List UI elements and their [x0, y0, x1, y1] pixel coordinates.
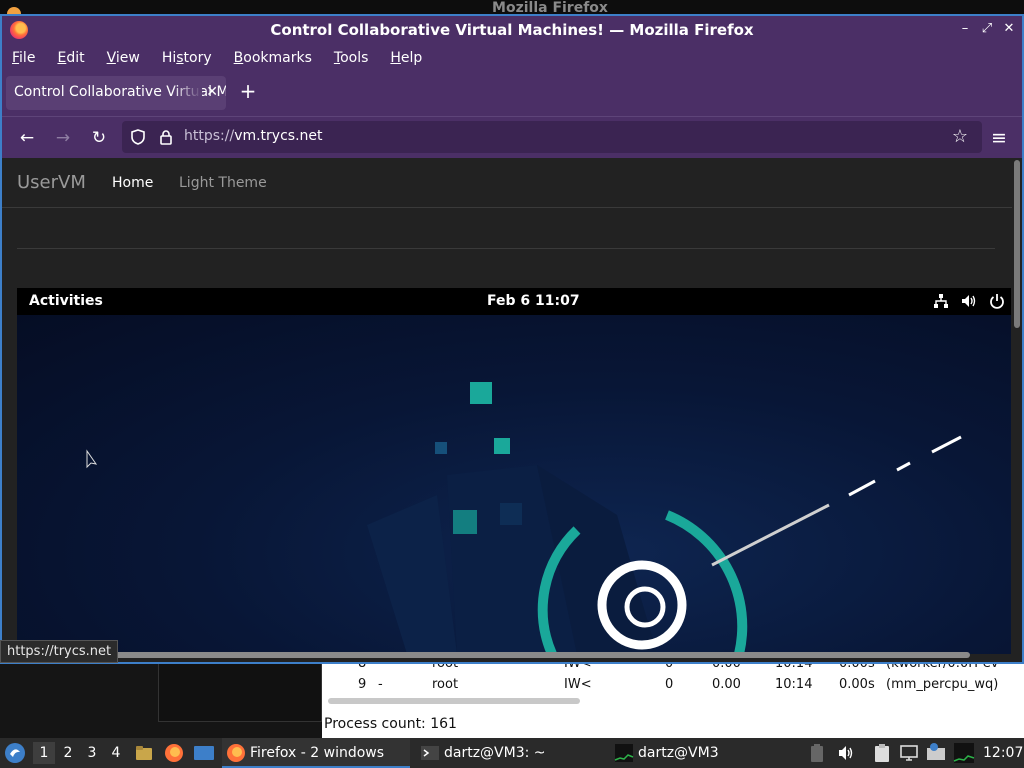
wallpaper-art — [86, 382, 962, 654]
firefox-window: Control Collaborative Virtual Machines! … — [0, 14, 1024, 664]
vm-clock[interactable]: Feb 6 11:07 — [487, 293, 580, 309]
firefox-launcher-icon[interactable] — [164, 743, 184, 763]
close-button[interactable]: ✕ — [1002, 20, 1016, 38]
desktop: Mozilla Firefox 8 - root IW< 0 0.00 10:1… — [0, 0, 1024, 768]
tab-fade — [172, 76, 202, 110]
tab-bar: Control Collaborative Virtual Machines! … — [2, 72, 1022, 114]
workspace-3[interactable]: 3 — [81, 742, 103, 764]
table-row[interactable]: 9 - root IW< 0 0.00 10:14 0.00s (mm_perc… — [322, 677, 1024, 695]
link-status-tooltip: https://trycs.net — [0, 640, 119, 663]
menu-item-file[interactable]: File — [12, 50, 35, 66]
minimize-button[interactable]: – — [958, 20, 972, 38]
desktop-show-icon[interactable] — [193, 743, 215, 763]
menu-item-edit[interactable]: Edit — [57, 50, 84, 66]
network-icon[interactable] — [899, 743, 919, 763]
task-manager-icon — [614, 744, 634, 762]
file-manager-icon[interactable] — [134, 743, 154, 763]
cpu-monitor-icon[interactable] — [953, 742, 975, 764]
window-title: Control Collaborative Virtual Machines! … — [270, 21, 754, 39]
workspace-4[interactable]: 4 — [105, 742, 127, 764]
url-text[interactable]: https://vm.trycs.net — [184, 128, 323, 144]
battery-icon[interactable] — [808, 743, 826, 763]
maximize-button[interactable]: ⤢ — [980, 20, 994, 38]
title-bar[interactable]: Control Collaborative Virtual Machines! … — [2, 16, 1022, 44]
vm-screen[interactable]: Activities Feb 6 11:07 — [17, 288, 1011, 654]
taskbar-firefox[interactable]: Firefox - 2 windows — [222, 738, 410, 768]
lock-icon[interactable] — [156, 127, 176, 147]
separator — [17, 248, 995, 249]
menu-icon[interactable]: ≡ — [988, 127, 1010, 149]
nav-link-home[interactable]: Home — [112, 175, 153, 191]
clipboard-icon[interactable] — [872, 743, 892, 763]
network-icon[interactable] — [932, 292, 950, 310]
reload-button[interactable]: ↻ — [88, 127, 110, 149]
url-bar[interactable]: https://vm.trycs.net ☆ — [122, 121, 982, 153]
bookmark-star-icon[interactable]: ☆ — [950, 127, 970, 147]
firefox-icon — [227, 744, 245, 762]
vertical-scrollbar[interactable] — [1014, 160, 1020, 328]
volume-icon[interactable] — [836, 743, 856, 763]
workspace-2[interactable]: 2 — [57, 742, 79, 764]
menu-item-tools[interactable]: Tools — [334, 50, 369, 66]
power-icon[interactable] — [988, 292, 1006, 310]
volume-icon[interactable] — [960, 292, 978, 310]
activities-button[interactable]: Activities — [29, 293, 103, 309]
tab-close-icon[interactable]: ✕ — [206, 84, 218, 100]
workspace-1[interactable]: 1 — [33, 742, 55, 764]
shield-icon[interactable] — [128, 127, 148, 147]
gnome-top-bar: Activities Feb 6 11:07 — [17, 288, 1011, 315]
nav-link-light-theme[interactable]: Light Theme — [179, 175, 267, 191]
back-button[interactable]: ← — [16, 127, 38, 149]
menu-bar: File Edit View History Bookmarks Tools Help — [2, 44, 1022, 72]
task-manager-scrollbar[interactable] — [328, 698, 580, 704]
taskbar-clock[interactable]: 12:07 — [983, 738, 1023, 768]
tab-control-collaborative-vms[interactable]: Control Collaborative Virtual Machines! … — [6, 76, 226, 110]
new-tab-button[interactable]: + — [238, 81, 258, 102]
menu-item-help[interactable]: Help — [390, 50, 422, 66]
taskbar: 1 2 3 4 Firefox - 2 windows dartz@VM3: ~… — [0, 738, 1024, 768]
start-menu-icon[interactable] — [4, 742, 26, 764]
horizontal-scrollbar[interactable] — [8, 652, 970, 658]
terminal-icon — [421, 746, 439, 760]
forward-button[interactable]: → — [52, 127, 74, 149]
site-brand[interactable]: UserVM — [17, 172, 86, 193]
taskbar-terminal-1[interactable]: dartz@VM3: ~ — [416, 738, 606, 768]
background-panel-box — [158, 664, 322, 722]
debian-wallpaper — [17, 315, 1011, 654]
menu-item-view[interactable]: View — [107, 50, 140, 66]
task-manager-window: 8 - root IW< 0 0.00 10:14 0.00s (kworker… — [322, 656, 1024, 738]
notification-icon[interactable] — [925, 742, 947, 764]
site-navbar: UserVM Home Light Theme — [2, 158, 1012, 208]
page-content: UserVM Home Light Theme Activities Feb 6… — [2, 158, 1022, 662]
menu-item-bookmarks[interactable]: Bookmarks — [234, 50, 312, 66]
process-count: Process count: 161 — [324, 716, 457, 732]
menu-item-history[interactable]: History — [162, 50, 212, 66]
navigation-toolbar: ← → ↻ https://vm.trycs.net ☆ ≡ — [2, 116, 1022, 158]
taskbar-terminal-2[interactable]: dartz@VM3 — [610, 738, 800, 768]
